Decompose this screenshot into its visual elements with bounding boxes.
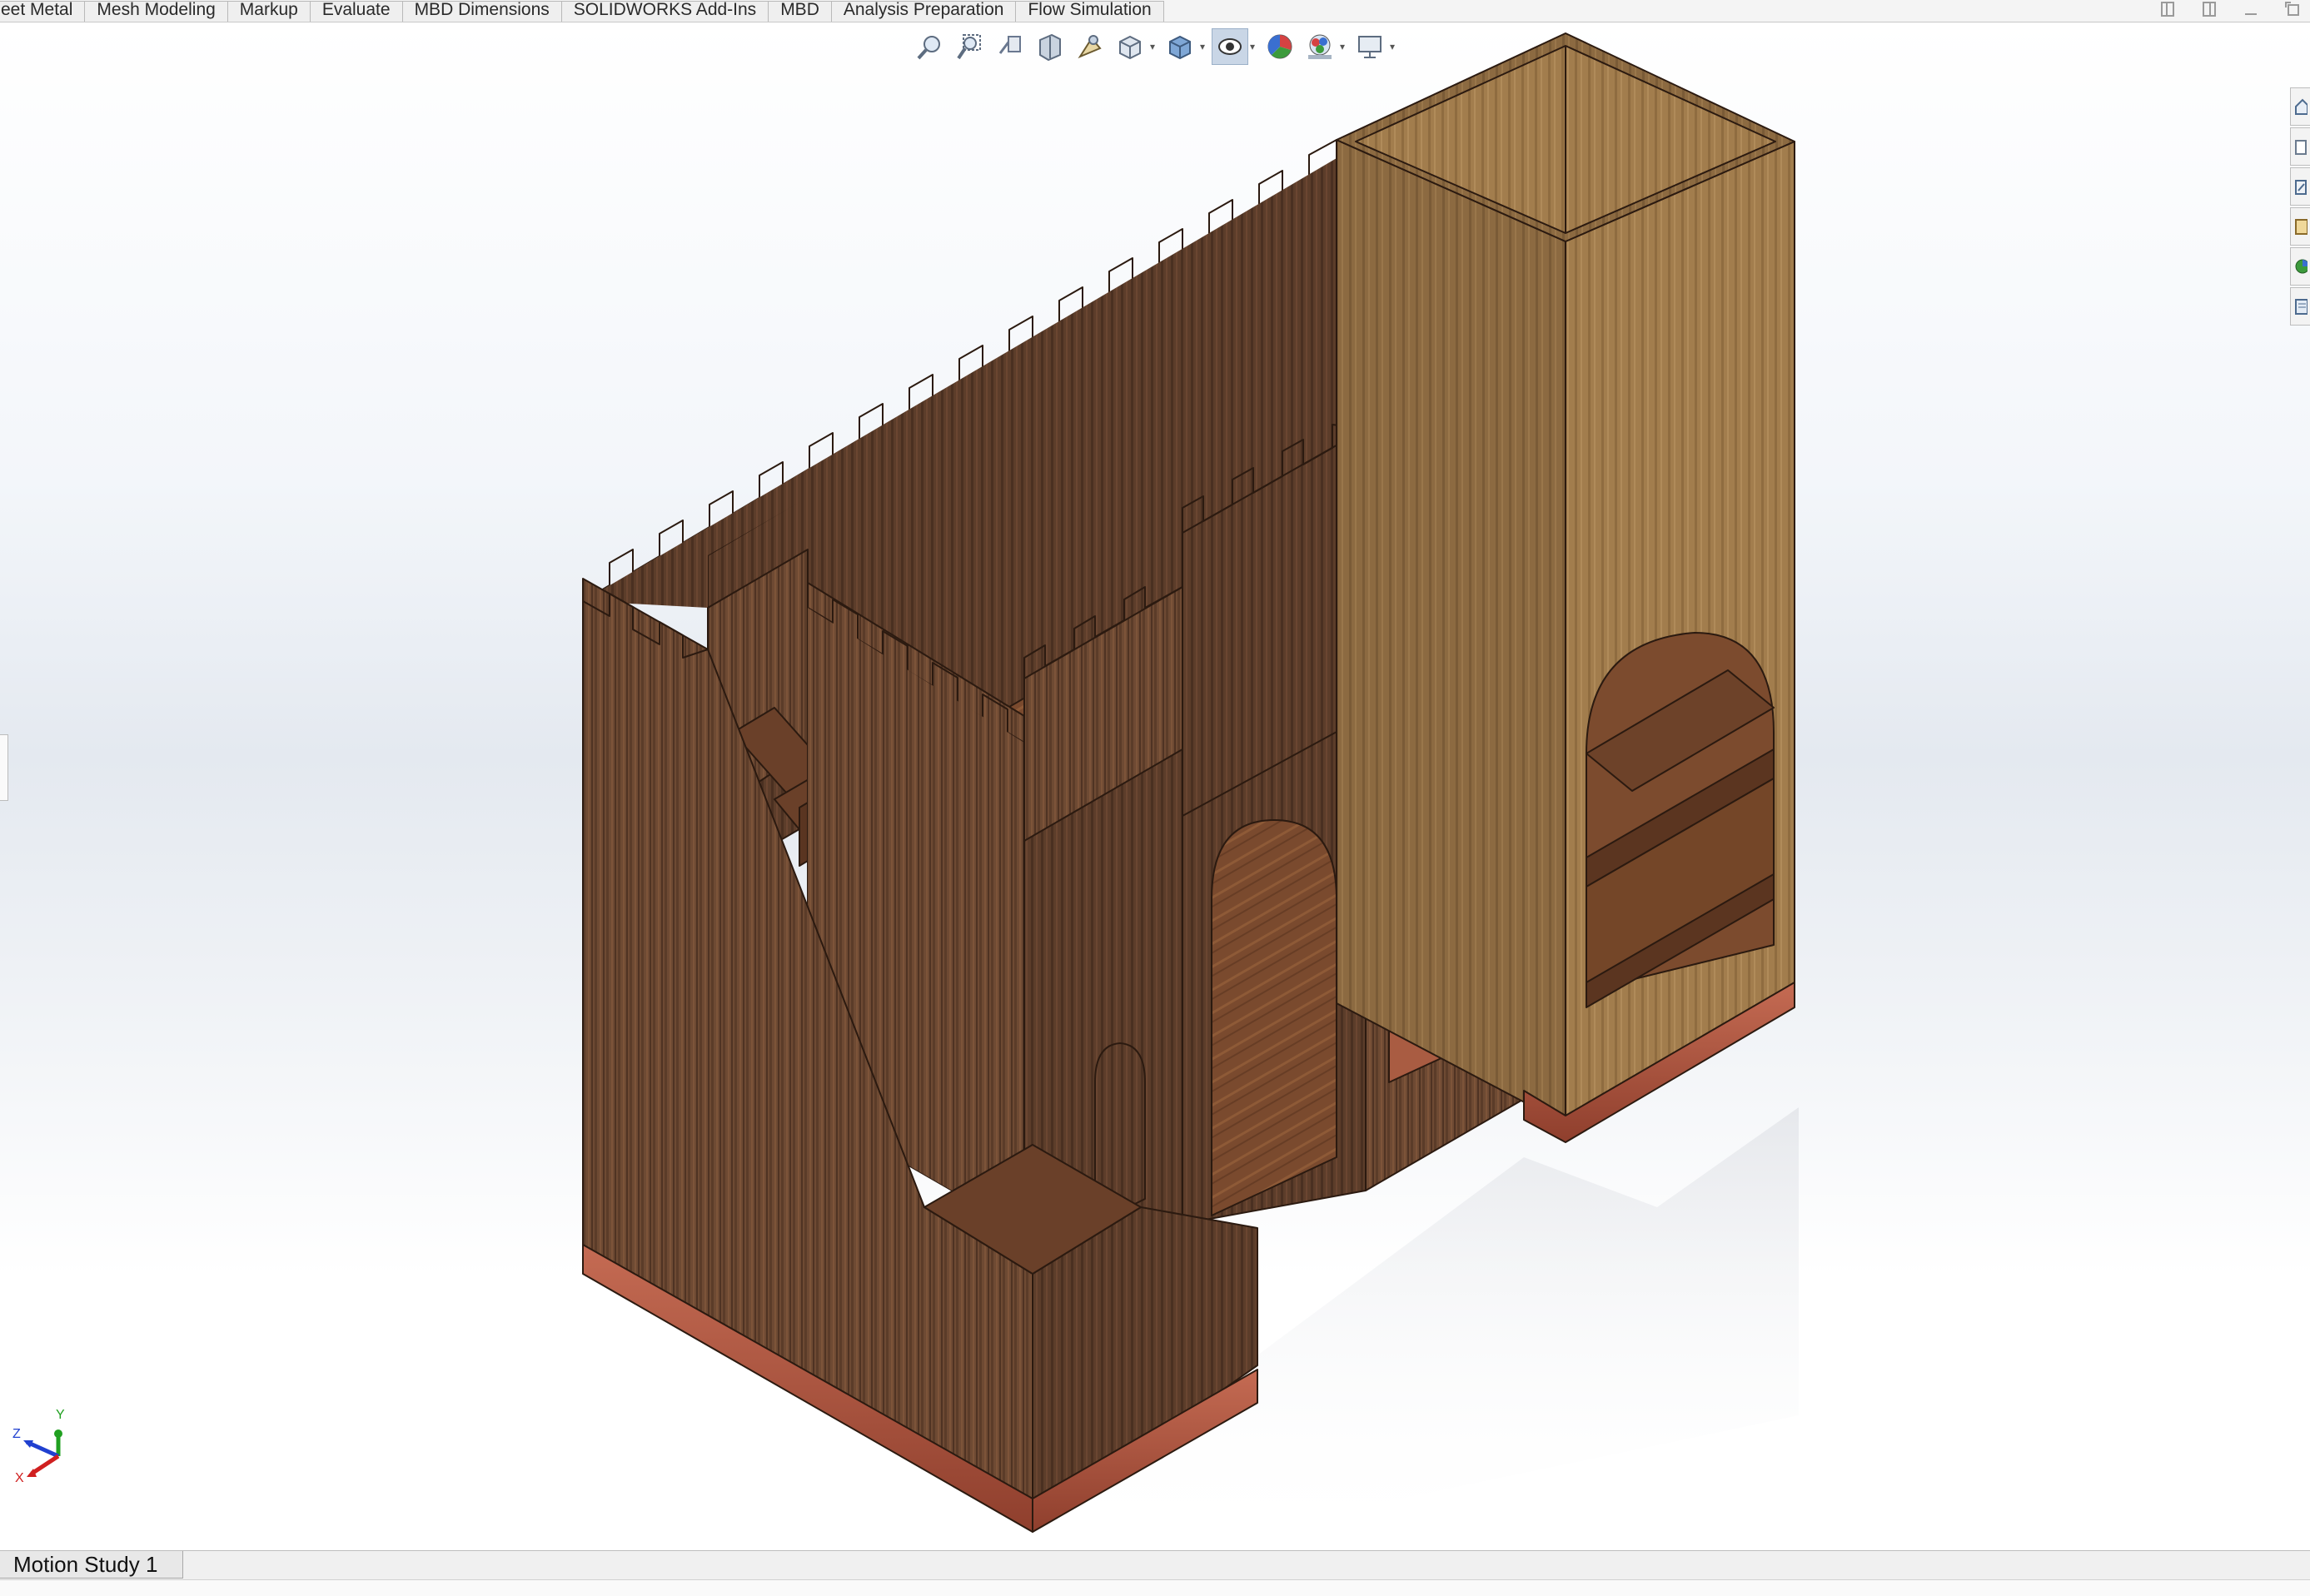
tab-markup[interactable]: Markup bbox=[227, 1, 311, 22]
reference-triad: Y Z X bbox=[8, 1402, 67, 1485]
heads-up-view-toolbar: ▾ ▾ ▾ ▾ ▾ bbox=[912, 27, 1398, 66]
dynamic-annotation-icon[interactable] bbox=[1072, 28, 1108, 65]
chevron-down-icon[interactable]: ▾ bbox=[1337, 41, 1348, 52]
appearances-icon[interactable] bbox=[2290, 247, 2310, 286]
castle-model[interactable] bbox=[0, 22, 2310, 1550]
apply-scene-icon[interactable] bbox=[1302, 28, 1338, 65]
tab-motion-study-1[interactable]: Motion Study 1 bbox=[0, 1551, 184, 1579]
triad-y-label: Y bbox=[56, 1408, 65, 1422]
gate-arch bbox=[1211, 819, 1337, 1216]
feature-manager-flyout-handle[interactable] bbox=[0, 734, 8, 801]
restore-right-icon[interactable] bbox=[2200, 0, 2218, 18]
oak-tower-left-face bbox=[1336, 139, 1566, 1125]
triad-z-label: Z bbox=[12, 1427, 21, 1441]
view-settings-icon[interactable] bbox=[1352, 28, 1388, 65]
chevron-down-icon[interactable]: ▾ bbox=[1197, 41, 1208, 52]
tab-solidworks-addins[interactable]: SOLIDWORKS Add-Ins bbox=[560, 1, 769, 22]
tab-mbd[interactable]: MBD bbox=[768, 1, 832, 22]
previous-view-icon[interactable] bbox=[992, 28, 1028, 65]
triad-x-label: X bbox=[15, 1471, 24, 1485]
tab-analysis-preparation[interactable]: Analysis Preparation bbox=[830, 1, 1017, 22]
minimize-icon[interactable] bbox=[2242, 0, 2260, 18]
status-bar bbox=[0, 1579, 2310, 1596]
tab-mbd-dimensions[interactable]: MBD Dimensions bbox=[401, 1, 562, 22]
zoom-to-area-icon[interactable] bbox=[952, 28, 988, 65]
command-manager-tabs: eet Metal Mesh Modeling Markup Evaluate … bbox=[0, 0, 2310, 22]
tab-mesh-modeling[interactable]: Mesh Modeling bbox=[84, 1, 228, 22]
chevron-down-icon[interactable]: ▾ bbox=[1247, 41, 1258, 52]
view-orientation-icon[interactable] bbox=[1112, 28, 1148, 65]
home-icon[interactable] bbox=[2290, 87, 2310, 126]
tab-sheet-metal[interactable]: eet Metal bbox=[0, 1, 86, 22]
window-controls bbox=[2158, 0, 2310, 20]
custom-properties-icon[interactable] bbox=[2290, 287, 2310, 326]
task-pane-tabs bbox=[2290, 87, 2310, 327]
graphics-area[interactable]: ▾ ▾ ▾ ▾ ▾ Y Z X bbox=[0, 22, 2310, 1550]
tab-evaluate[interactable]: Evaluate bbox=[309, 1, 403, 22]
zoom-to-fit-icon[interactable] bbox=[912, 28, 948, 65]
hide-show-items-icon[interactable] bbox=[1212, 28, 1248, 65]
design-library-icon[interactable] bbox=[2290, 127, 2310, 166]
view-palette-icon[interactable] bbox=[2290, 207, 2310, 246]
chevron-down-icon[interactable]: ▾ bbox=[1147, 41, 1158, 52]
section-view-icon[interactable] bbox=[1032, 28, 1068, 65]
restore-left-icon[interactable] bbox=[2158, 0, 2177, 18]
display-style-icon[interactable] bbox=[1162, 28, 1198, 65]
file-explorer-icon[interactable] bbox=[2290, 167, 2310, 206]
bottom-tab-bar: Motion Study 1 bbox=[0, 1550, 2310, 1596]
edit-appearance-icon[interactable] bbox=[1262, 28, 1298, 65]
tab-flow-simulation[interactable]: Flow Simulation bbox=[1015, 1, 1164, 22]
maximize-icon[interactable] bbox=[2283, 0, 2302, 18]
chevron-down-icon[interactable]: ▾ bbox=[1386, 41, 1398, 52]
